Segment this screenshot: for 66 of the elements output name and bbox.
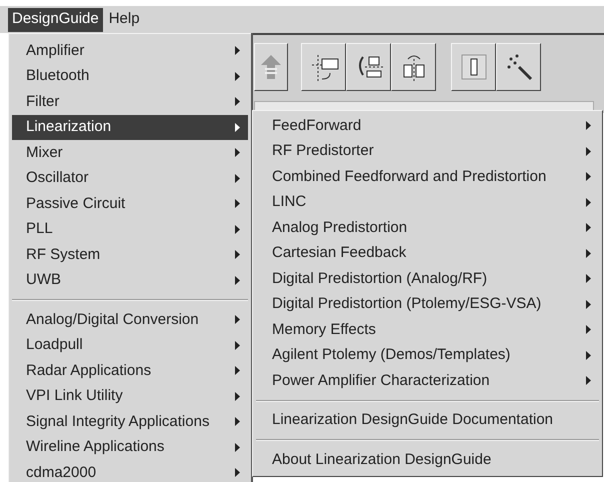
toolbar-button[interactable] bbox=[346, 43, 391, 91]
menu-item[interactable]: Bluetooth bbox=[12, 64, 248, 89]
menu-item[interactable]: FeedForward bbox=[256, 113, 599, 138]
submenu-arrow-icon bbox=[235, 442, 240, 452]
submenu-arrow-icon bbox=[586, 376, 591, 386]
submenu-arrow-icon bbox=[235, 250, 240, 260]
menu-item[interactable]: Linearization bbox=[12, 114, 248, 140]
toolbar-button[interactable] bbox=[301, 43, 346, 91]
submenu-arrow-icon bbox=[586, 274, 591, 284]
menu-bar-item[interactable]: DesignGuide bbox=[8, 8, 103, 32]
menu-item[interactable]: Wireline Applications bbox=[12, 434, 248, 460]
menu-item[interactable]: Analog Predistortion bbox=[256, 215, 599, 240]
submenu-arrow-icon bbox=[235, 97, 240, 106]
menu-item[interactable]: Loadpull bbox=[12, 332, 248, 358]
menu-item[interactable]: UWB bbox=[12, 268, 248, 293]
submenu-arrow-icon bbox=[586, 325, 591, 334]
submenu-arrow-icon bbox=[235, 122, 240, 132]
toolbar-button[interactable] bbox=[254, 43, 288, 91]
submenu-arrow-icon bbox=[586, 350, 591, 360]
submenu-arrow-icon bbox=[586, 198, 591, 207]
submenu-arrow-icon bbox=[586, 172, 591, 182]
menu-bar-item[interactable]: Help bbox=[104, 8, 144, 32]
submenu-arrow-icon bbox=[586, 121, 591, 130]
menu-item[interactable]: Oscillator bbox=[12, 166, 248, 191]
menu-item[interactable]: Amplifier bbox=[12, 38, 248, 64]
submenu-arrow-icon bbox=[235, 340, 240, 350]
menu-item[interactable]: Combined Feedforward and Predistortion bbox=[256, 164, 599, 190]
toolbar-button[interactable] bbox=[391, 43, 436, 91]
toolbar-button[interactable] bbox=[496, 43, 541, 91]
menu-item[interactable]: Memory Effects bbox=[256, 317, 599, 342]
menu-item[interactable]: LINC bbox=[256, 190, 599, 215]
submenu-arrow-icon bbox=[235, 174, 240, 183]
submenu-arrow-icon bbox=[235, 72, 240, 81]
submenu-arrow-icon bbox=[586, 223, 591, 232]
menu-item[interactable]: Cartesian Feedback bbox=[256, 240, 599, 266]
submenu-arrow-icon bbox=[235, 276, 240, 285]
menu-item[interactable]: cdma2000 bbox=[12, 460, 248, 482]
menu-item[interactable]: RF System bbox=[12, 242, 248, 268]
submenu-arrow-icon bbox=[235, 224, 240, 234]
menu-item[interactable]: Signal Integrity Applications bbox=[12, 409, 248, 434]
submenu-arrow-icon bbox=[586, 248, 591, 258]
menu-item[interactable]: RF Predistorter bbox=[256, 138, 599, 164]
submenu-arrow-icon bbox=[235, 199, 240, 208]
menu-item[interactable]: Agilent Ptolemy (Demos/Templates) bbox=[256, 342, 599, 368]
menu-item[interactable]: Digital Predistortion (Ptolemy/ESG-VSA) bbox=[256, 292, 599, 317]
submenu-arrow-icon bbox=[586, 300, 591, 309]
submenu-arrow-icon bbox=[235, 366, 240, 376]
menu-item[interactable]: PLL bbox=[12, 216, 248, 242]
menu-item[interactable]: Digital Predistortion (Analog/RF) bbox=[256, 266, 599, 292]
toolbar-button[interactable] bbox=[451, 43, 496, 91]
menu-item[interactable]: Power Amplifier Characterization bbox=[256, 368, 599, 394]
menu-item[interactable]: VPI Link Utility bbox=[12, 384, 248, 409]
submenu-arrow-icon bbox=[235, 315, 240, 324]
menu-item[interactable]: Passive Circuit bbox=[12, 191, 248, 216]
submenu-arrow-icon bbox=[235, 148, 240, 158]
submenu-arrow-icon bbox=[235, 392, 240, 401]
menu-item[interactable]: Filter bbox=[12, 89, 248, 114]
submenu-arrow-icon bbox=[235, 46, 240, 56]
menu-item[interactable]: About Linearization DesignGuide bbox=[256, 447, 599, 472]
submenu-arrow-icon bbox=[235, 417, 240, 426]
menu-item[interactable]: Radar Applications bbox=[12, 358, 248, 384]
menu-item[interactable]: Linearization DesignGuide Documentation bbox=[256, 408, 599, 433]
menu-item[interactable]: Mixer bbox=[12, 140, 248, 166]
menu-item[interactable]: Analog/Digital Conversion bbox=[12, 307, 248, 332]
submenu-arrow-icon bbox=[235, 468, 240, 478]
submenu-arrow-icon bbox=[586, 146, 591, 156]
